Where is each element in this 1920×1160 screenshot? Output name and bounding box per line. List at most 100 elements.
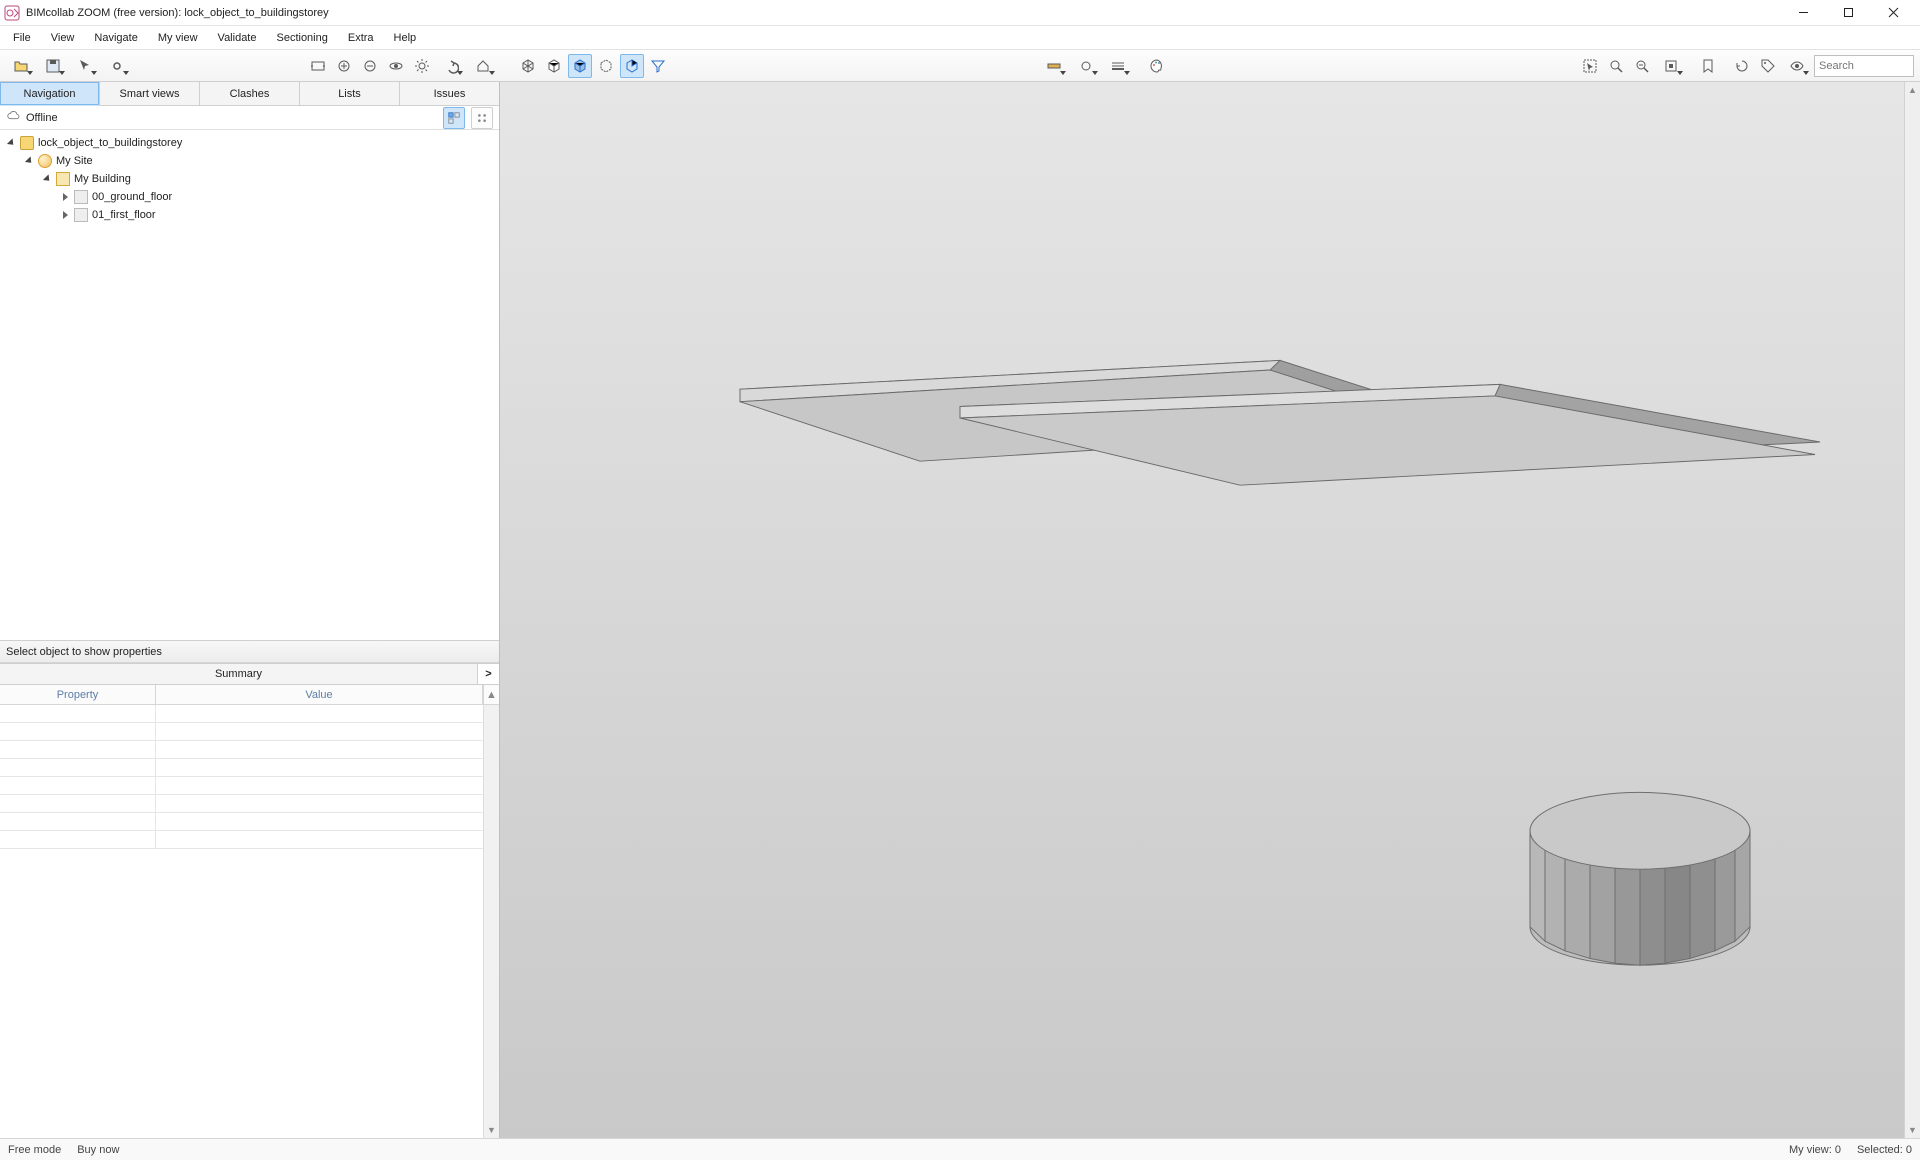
tag-button[interactable]	[1756, 54, 1780, 78]
table-row[interactable]	[0, 813, 483, 831]
table-row[interactable]	[0, 777, 483, 795]
toolbar-group-view	[306, 54, 498, 78]
home-view-button[interactable]	[468, 54, 498, 78]
tab-navigation[interactable]: Navigation	[0, 82, 100, 106]
group-mode-icon[interactable]	[471, 107, 493, 129]
expand-icon[interactable]	[42, 174, 52, 184]
hidden-line-button[interactable]	[542, 54, 566, 78]
select-mode-button[interactable]	[70, 54, 100, 78]
search-input[interactable]	[1814, 55, 1914, 77]
side-panel: Navigation Smart views Clashes Lists Iss…	[0, 82, 500, 1138]
wireframe-button[interactable]	[516, 54, 540, 78]
viewport-3d[interactable]: ▲ ▼	[500, 82, 1920, 1138]
status-mode[interactable]: Free mode	[8, 1144, 61, 1156]
maximize-button[interactable]	[1826, 0, 1871, 26]
menu-sectioning[interactable]: Sectioning	[266, 29, 337, 47]
tree-building[interactable]: My Building	[2, 170, 497, 188]
scroll-down-icon[interactable]: ▼	[1905, 1122, 1920, 1138]
lineweight-button[interactable]	[1103, 54, 1133, 78]
find-button[interactable]	[1630, 54, 1654, 78]
col-property[interactable]: Property	[0, 685, 156, 704]
properties-empty-area: ▼	[0, 922, 499, 1139]
connection-status: Offline	[26, 112, 437, 124]
sun-button[interactable]	[410, 54, 434, 78]
color-by-button[interactable]	[1039, 54, 1069, 78]
properties-header: Select object to show properties	[0, 641, 499, 663]
zoom-in-button[interactable]	[332, 54, 356, 78]
scroll-up-icon[interactable]: ▲	[1905, 82, 1920, 98]
edges-button[interactable]	[620, 54, 644, 78]
building-icon	[56, 172, 70, 186]
open-button[interactable]	[6, 54, 36, 78]
isolate-button[interactable]	[1656, 54, 1686, 78]
tree-storey[interactable]: 00_ground_floor	[2, 188, 497, 206]
tab-clashes[interactable]: Clashes	[200, 82, 300, 105]
tree-label: 00_ground_floor	[92, 191, 172, 203]
table-row[interactable]	[0, 741, 483, 759]
bookmark-button[interactable]	[1696, 54, 1720, 78]
col-value[interactable]: Value	[156, 685, 483, 704]
filter-button[interactable]	[646, 54, 670, 78]
menu-navigate[interactable]: Navigate	[84, 29, 147, 47]
toolbar-group-selection	[1578, 54, 1914, 78]
menu-validate[interactable]: Validate	[208, 29, 267, 47]
table-row[interactable]	[0, 723, 483, 741]
menu-help[interactable]: Help	[384, 29, 427, 47]
close-button[interactable]	[1871, 0, 1916, 26]
properties-scrollbar[interactable]	[483, 705, 499, 922]
revert-button[interactable]	[1730, 54, 1754, 78]
shaded-button[interactable]	[568, 54, 592, 78]
properties-panel: Select object to show properties Summary…	[0, 640, 499, 1138]
table-row[interactable]	[0, 795, 483, 813]
tab-smart-views[interactable]: Smart views	[100, 82, 200, 105]
table-row[interactable]	[0, 831, 483, 849]
toolbar-group-file	[6, 54, 132, 78]
app-icon	[4, 5, 20, 21]
zoom-extents-button[interactable]	[306, 54, 330, 78]
link-button[interactable]	[102, 54, 132, 78]
zoom-selection-button[interactable]	[1604, 54, 1628, 78]
pattern-button[interactable]	[1071, 54, 1101, 78]
side-status-row: Offline	[0, 106, 499, 130]
expand-icon[interactable]	[60, 210, 70, 220]
window-title: BIMcollab ZOOM (free version): lock_obje…	[26, 7, 329, 19]
properties-grid	[0, 705, 499, 922]
expand-icon[interactable]	[24, 156, 34, 166]
undo-button[interactable]	[436, 54, 466, 78]
tree-project[interactable]: lock_object_to_buildingstorey	[2, 134, 497, 152]
menu-myview[interactable]: My view	[148, 29, 208, 47]
save-button[interactable]	[38, 54, 68, 78]
menu-file[interactable]: File	[3, 29, 41, 47]
table-row[interactable]	[0, 705, 483, 723]
properties-tab-next[interactable]: >	[477, 663, 499, 684]
tree-label: My Site	[56, 155, 93, 167]
tree-label: 01_first_floor	[92, 209, 156, 221]
scroll-up-icon[interactable]: ▲	[483, 685, 499, 704]
viewport-scrollbar[interactable]: ▲ ▼	[1904, 82, 1920, 1138]
minimize-button[interactable]	[1781, 0, 1826, 26]
zoom-out-button[interactable]	[358, 54, 382, 78]
tree-storey[interactable]: 01_first_floor	[2, 206, 497, 224]
storey-icon	[74, 208, 88, 222]
scroll-down-icon[interactable]: ▼	[484, 1122, 499, 1138]
tab-lists[interactable]: Lists	[300, 82, 400, 105]
select-all-button[interactable]	[1578, 54, 1602, 78]
tree-mode-icon[interactable]	[443, 107, 465, 129]
properties-tab-summary[interactable]: Summary	[0, 663, 477, 684]
toolbar	[0, 49, 1920, 82]
palette-button[interactable]	[1145, 54, 1169, 78]
tree-site[interactable]: My Site	[2, 152, 497, 170]
table-row[interactable]	[0, 759, 483, 777]
orbit-button[interactable]	[384, 54, 408, 78]
expand-icon[interactable]	[60, 192, 70, 202]
tab-issues[interactable]: Issues	[400, 82, 499, 105]
side-tabs: Navigation Smart views Clashes Lists Iss…	[0, 82, 499, 106]
menu-view[interactable]: View	[41, 29, 85, 47]
status-buy-now[interactable]: Buy now	[77, 1144, 119, 1156]
transparent-button[interactable]	[594, 54, 618, 78]
menu-extra[interactable]: Extra	[338, 29, 384, 47]
expand-icon[interactable]	[6, 138, 16, 148]
model-tree[interactable]: lock_object_to_buildingstorey My Site My…	[0, 130, 499, 640]
visibility-button[interactable]	[1782, 54, 1812, 78]
statusbar: Free mode Buy now My view: 0 Selected: 0	[0, 1138, 1920, 1160]
